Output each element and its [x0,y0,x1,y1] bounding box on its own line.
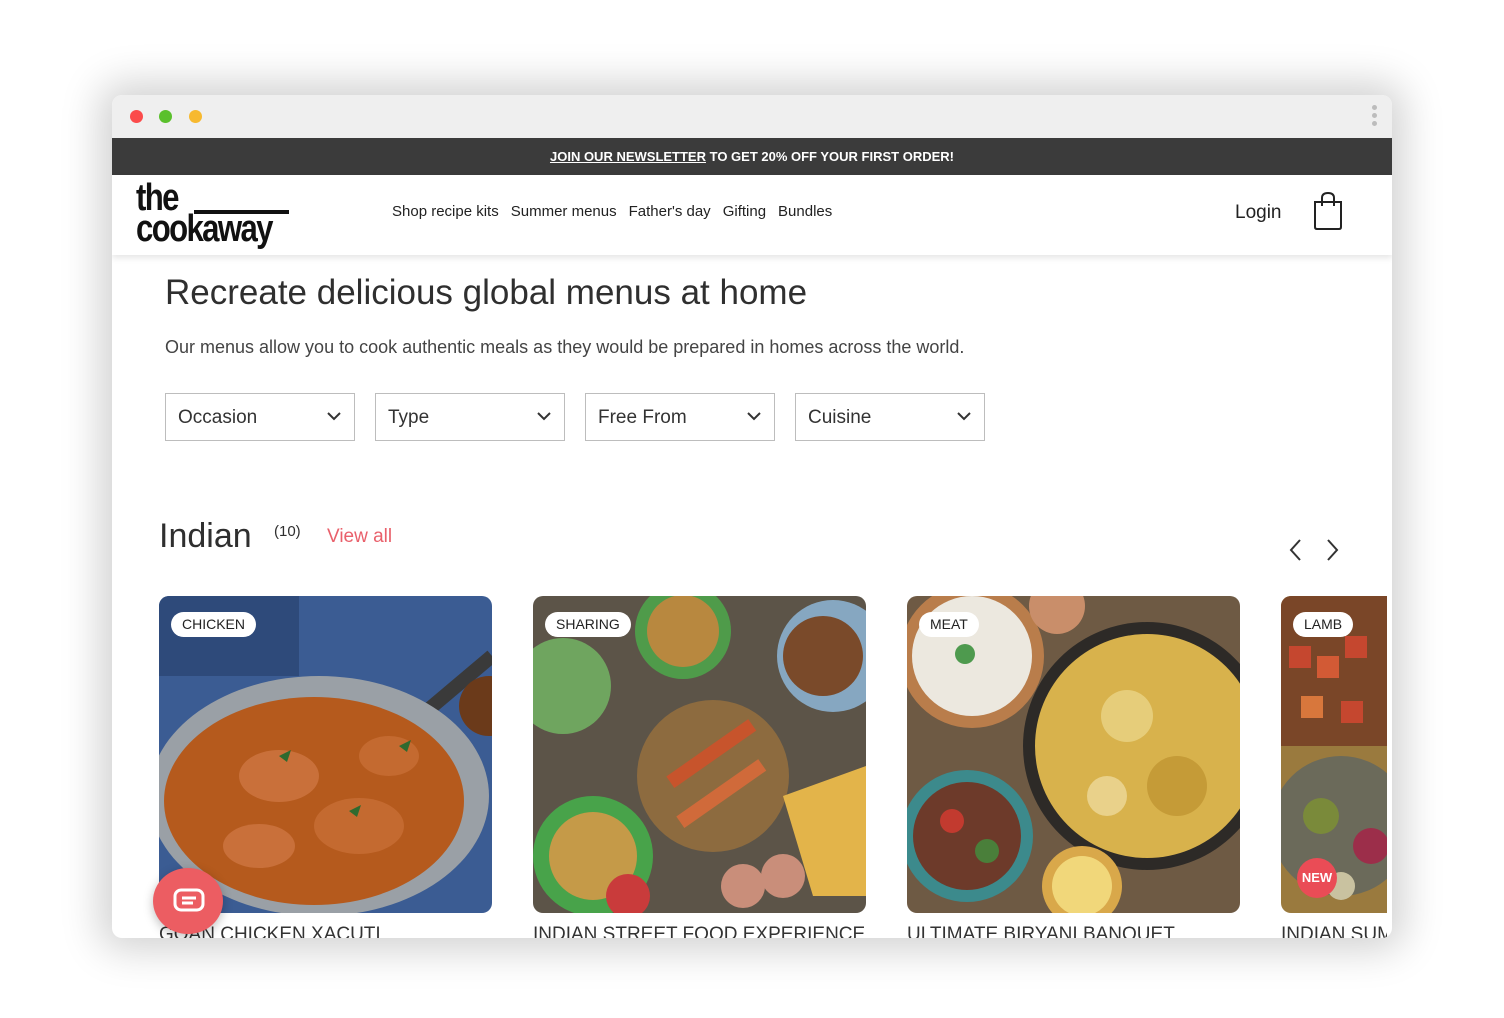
newsletter-banner: JOIN OUR NEWSLETTER TO GET 20% OFF YOUR … [112,138,1392,175]
view-all-link[interactable]: View all [327,526,392,548]
recipe-image[interactable] [159,596,492,913]
recipe-image[interactable] [533,596,866,913]
street-food-image [533,596,866,913]
browser-titlebar [112,95,1392,138]
filter-label: Type [388,407,430,428]
recipe-card[interactable]: MEAT ULTIMATE BIRYANI BANQUET [907,596,1240,938]
filter-type[interactable]: Type [375,393,565,441]
section-count: (10) [274,523,301,540]
cookaway-logo[interactable]: the cookaway [134,178,294,252]
section-title: Indian [159,517,252,555]
newsletter-link[interactable]: JOIN OUR NEWSLETTER [550,149,706,164]
close-window-button[interactable] [130,110,143,123]
browser-window: JOIN OUR NEWSLETTER TO GET 20% OFF YOUR … [112,95,1392,938]
lamb-dish-image [1281,596,1387,913]
site-header: the cookaway Shop recipe kits Summer men… [112,175,1392,255]
nav-bundles[interactable]: Bundles [778,203,832,220]
chevron-down-icon [537,412,551,421]
category-tag: LAMB [1293,612,1354,637]
maximize-window-button[interactable] [189,110,202,123]
category-tag: SHARING [545,612,631,637]
minimize-window-button[interactable] [159,110,172,123]
filter-label: Free From [598,407,687,428]
shopping-bag-icon[interactable] [1311,191,1345,231]
page-title: Recreate delicious global menus at home [165,273,808,312]
new-badge: NEW [1297,858,1337,898]
category-tag: MEAT [919,612,979,637]
login-link[interactable]: Login [1235,202,1282,224]
filter-free-from[interactable]: Free From [585,393,775,441]
filter-occasion[interactable]: Occasion [165,393,355,441]
more-options-icon[interactable] [1370,105,1378,131]
recipe-card[interactable]: LAMB NEW INDIAN SUM [1281,596,1387,938]
chevron-down-icon [957,412,971,421]
filter-cuisine[interactable]: Cuisine [795,393,985,441]
category-tag: CHICKEN [171,612,257,637]
nav-summer-menus[interactable]: Summer menus [511,203,617,220]
recipe-title[interactable]: ULTIMATE BIRYANI BANQUET [907,924,1175,938]
main-nav: Shop recipe kits Summer menus Father's d… [392,203,832,220]
filter-label: Cuisine [808,407,872,428]
chevron-left-icon[interactable] [1284,535,1308,565]
recipe-card[interactable]: SHARING INDIAN STREET FOOD EXPERIENCE [533,596,866,938]
chevron-right-icon[interactable] [1320,535,1344,565]
recipe-title[interactable]: INDIAN SUM [1281,924,1387,938]
chevron-down-icon [327,412,341,421]
banner-text: TO GET 20% OFF YOUR FIRST ORDER! [706,149,954,164]
chevron-down-icon [747,412,761,421]
biryani-image [907,596,1240,913]
recipe-image[interactable] [907,596,1240,913]
page-subtitle: Our menus allow you to cook authentic me… [165,337,965,357]
chat-bubble-icon [173,888,205,912]
recipe-image[interactable] [1281,596,1387,913]
nav-gifting[interactable]: Gifting [723,203,766,220]
chat-button[interactable] [153,868,223,934]
recipe-title[interactable]: INDIAN STREET FOOD EXPERIENCE [533,924,865,938]
logo-text-bottom: cookaway [136,208,273,250]
nav-fathers-day[interactable]: Father's day [629,203,711,220]
nav-shop-recipe-kits[interactable]: Shop recipe kits [392,203,499,220]
filter-label: Occasion [178,407,258,428]
main-content: Recreate delicious global menus at home … [112,255,1392,938]
chicken-curry-image [159,596,492,913]
